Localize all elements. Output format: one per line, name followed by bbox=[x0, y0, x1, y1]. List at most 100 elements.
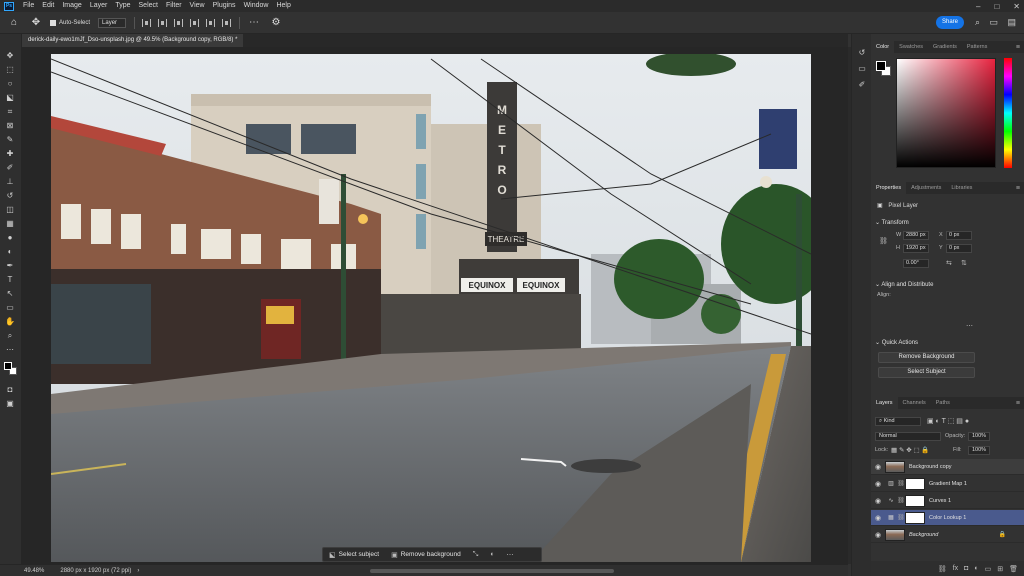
zoom-level[interactable]: 49.48% bbox=[24, 568, 44, 574]
quick-mask-icon[interactable]: ◘ bbox=[3, 384, 17, 395]
layer-row-background-copy[interactable]: ◉ Background copy bbox=[871, 459, 1024, 475]
link-proportions-icon[interactable]: ⛓ bbox=[879, 237, 888, 245]
clone-stamp-tool-icon[interactable]: ⊥ bbox=[3, 176, 17, 187]
trash-icon[interactable]: 🗑 bbox=[1009, 565, 1018, 573]
color-picker-field[interactable] bbox=[896, 58, 996, 168]
tab-adjustments[interactable]: Adjustments bbox=[906, 182, 946, 194]
marquee-tool-icon[interactable]: ⬚ bbox=[3, 64, 17, 75]
lasso-tool-icon[interactable]: ○ bbox=[3, 78, 17, 89]
tab-gradients[interactable]: Gradients bbox=[928, 41, 962, 53]
menu-image[interactable]: Image bbox=[58, 0, 85, 12]
search-icon[interactable]: ⌕ bbox=[975, 17, 980, 28]
document-tab[interactable]: derick-daily-ewo1mJf_Dso-unsplash.jpg @ … bbox=[22, 34, 244, 47]
fill-field[interactable]: 100% bbox=[968, 446, 990, 455]
transform-button[interactable]: ⤡ bbox=[467, 547, 485, 562]
eye-icon[interactable]: ◉ bbox=[871, 531, 885, 539]
path-selection-tool-icon[interactable]: ↖ bbox=[3, 288, 17, 299]
hand-tool-icon[interactable]: ✋ bbox=[3, 316, 17, 327]
eraser-tool-icon[interactable]: ◫ bbox=[3, 204, 17, 215]
link-layers-icon[interactable]: ⛓ bbox=[938, 565, 947, 573]
align-top-icon[interactable] bbox=[190, 18, 200, 27]
canvas-area[interactable]: M E T R O THEATRE EQUINOX EQUINOX bbox=[22, 47, 848, 564]
lock-options-icons[interactable]: ▦ ✎ ✥ ⬚ 🔒 bbox=[891, 446, 930, 454]
width-field[interactable]: 2880 px bbox=[903, 231, 929, 240]
select-subject-button[interactable]: ⬕ Select subject bbox=[323, 547, 385, 562]
align-left-icon[interactable] bbox=[142, 18, 152, 27]
align-middle-icon[interactable] bbox=[206, 18, 216, 27]
flip-vertical-icon[interactable]: ⇅ bbox=[961, 259, 967, 267]
menu-filter[interactable]: Filter bbox=[162, 0, 186, 12]
angle-field[interactable]: 0.00° bbox=[903, 259, 929, 268]
layer-row-gradient-map[interactable]: ◉ ▥ ⛓ Gradient Map 1 bbox=[871, 476, 1024, 492]
menu-type[interactable]: Type bbox=[111, 0, 134, 12]
gradient-tool-icon[interactable]: ▦ bbox=[3, 218, 17, 229]
align-section-title[interactable]: ⌄ Align and Distribute bbox=[875, 281, 933, 288]
new-group-icon[interactable]: ▭ bbox=[985, 565, 992, 573]
blur-tool-icon[interactable]: ● bbox=[3, 232, 17, 243]
tab-channels[interactable]: Channels bbox=[898, 397, 931, 409]
lock-icon[interactable]: 🔒 bbox=[999, 531, 1006, 538]
new-layer-icon[interactable]: ⊞ bbox=[997, 565, 1003, 573]
eyedropper-tool-icon[interactable]: ✎ bbox=[3, 134, 17, 145]
opacity-field[interactable]: 100% bbox=[968, 432, 990, 441]
layer-filter-kind[interactable]: ⌕ Kind bbox=[875, 417, 921, 426]
align-center-icon[interactable] bbox=[158, 18, 168, 27]
y-field[interactable]: 0 px bbox=[946, 244, 972, 253]
eye-icon[interactable]: ◉ bbox=[871, 497, 885, 505]
rectangle-tool-icon[interactable]: ▭ bbox=[3, 302, 17, 313]
tab-properties[interactable]: Properties bbox=[871, 182, 907, 194]
crop-tool-icon[interactable]: ⌗ bbox=[3, 106, 17, 117]
more-align-icon[interactable]: ⋯ bbox=[966, 322, 973, 330]
eye-icon[interactable]: ◉ bbox=[871, 463, 885, 471]
gear-icon[interactable]: ⚙ bbox=[268, 15, 284, 31]
workspace-icon[interactable]: ▭ bbox=[989, 17, 998, 28]
tab-color[interactable]: Color bbox=[871, 41, 895, 53]
document-info[interactable]: 2880 px x 1920 px (72 ppi) bbox=[60, 568, 131, 574]
horizontal-scrollbar[interactable] bbox=[370, 569, 614, 573]
dodge-tool-icon[interactable]: ◐ bbox=[3, 246, 17, 257]
history-brush-tool-icon[interactable]: ↺ bbox=[3, 190, 17, 201]
document-image[interactable]: M E T R O THEATRE EQUINOX EQUINOX bbox=[51, 54, 811, 562]
chevron-right-icon[interactable]: › bbox=[137, 568, 139, 574]
eye-icon[interactable]: ◉ bbox=[871, 514, 885, 522]
layer-row-color-lookup[interactable]: ◉ ▦ ⛓ Color Lookup 1 bbox=[871, 510, 1024, 526]
panel-menu-icon[interactable]: ≡ bbox=[1016, 185, 1020, 192]
panel-menu-icon[interactable]: ≡ bbox=[1016, 400, 1020, 407]
tab-swatches[interactable]: Swatches bbox=[894, 41, 928, 53]
layer-row-curves[interactable]: ◉ ∿ ⛓ Curves 1 bbox=[871, 493, 1024, 509]
share-button[interactable]: Share bbox=[936, 16, 964, 29]
remove-background-quick-button[interactable]: Remove Background bbox=[878, 352, 975, 363]
type-tool-icon[interactable]: T bbox=[3, 274, 17, 285]
comments-icon[interactable]: ▭ bbox=[857, 64, 867, 74]
tab-layers[interactable]: Layers bbox=[871, 397, 898, 409]
menu-select[interactable]: Select bbox=[135, 0, 162, 12]
more-tools-icon[interactable]: ⋯ bbox=[3, 344, 17, 355]
panel-menu-icon[interactable]: ≡ bbox=[1016, 44, 1020, 51]
menu-view[interactable]: View bbox=[186, 0, 209, 12]
more-options-button[interactable]: ⋯ bbox=[501, 547, 520, 562]
home-icon[interactable]: ⌂ bbox=[6, 15, 22, 31]
foreground-swatch[interactable] bbox=[876, 61, 886, 71]
more-options-icon[interactable]: ⋯ bbox=[246, 15, 262, 31]
select-subject-quick-button[interactable]: Select Subject bbox=[878, 367, 975, 378]
height-field[interactable]: 1920 px bbox=[903, 244, 929, 253]
filter-type-icons[interactable]: ▣ ◐ T ⬚ ▤ ● bbox=[927, 417, 969, 425]
object-selection-tool-icon[interactable]: ⬕ bbox=[3, 92, 17, 103]
align-bottom-icon[interactable] bbox=[222, 18, 232, 27]
history-icon[interactable]: ↺ bbox=[857, 48, 867, 58]
transform-section-title[interactable]: ⌄ Transform bbox=[875, 219, 909, 226]
auto-select-checkbox[interactable] bbox=[50, 19, 56, 26]
menu-plugins[interactable]: Plugins bbox=[209, 0, 240, 12]
move-tool-icon[interactable]: ✥ bbox=[3, 50, 17, 61]
layer-comps-icon[interactable] bbox=[857, 86, 867, 96]
x-field[interactable]: 0 px bbox=[946, 231, 972, 240]
menu-layer[interactable]: Layer bbox=[86, 0, 112, 12]
brush-tool-icon[interactable]: ✐ bbox=[3, 162, 17, 173]
add-mask-icon[interactable]: ◘ bbox=[964, 565, 968, 572]
close-icon[interactable]: ✕ bbox=[1013, 2, 1020, 11]
menu-file[interactable]: File bbox=[19, 0, 38, 12]
eye-icon[interactable]: ◉ bbox=[871, 480, 885, 488]
zoom-tool-icon[interactable]: ⌕ bbox=[3, 330, 17, 341]
maximize-icon[interactable]: □ bbox=[994, 2, 999, 11]
quick-actions-section-title[interactable]: ⌄ Quick Actions bbox=[875, 339, 918, 346]
